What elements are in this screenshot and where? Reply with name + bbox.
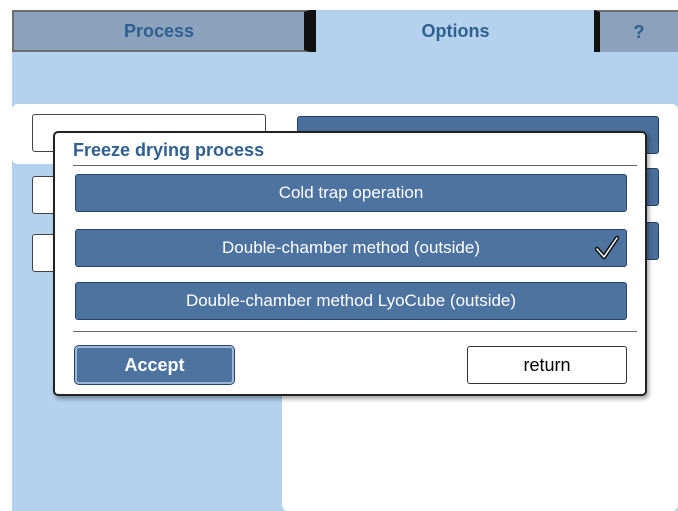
- option-double-chamber-outside[interactable]: Double-chamber method (outside): [75, 229, 627, 267]
- option-label: Double-chamber method LyoCube (outside): [185, 291, 517, 310]
- option-double-chamber-lyocube-outside[interactable]: Double-chamber method LyoCube (outside): [75, 282, 627, 320]
- tab-options[interactable]: Options: [310, 10, 595, 52]
- checkmark-icon: [594, 235, 620, 260]
- option-cold-trap-operation[interactable]: Cold trap operation: [75, 174, 627, 212]
- tab-help[interactable]: ?: [594, 10, 678, 52]
- options-divider: [73, 331, 637, 332]
- tab-process-label: Process: [123, 20, 195, 41]
- option-label: Double-chamber method (outside): [222, 238, 480, 257]
- tab-process[interactable]: Process: [12, 10, 310, 52]
- return-label: return: [523, 354, 571, 375]
- option-label: Cold trap operation: [278, 183, 424, 202]
- tab-options-label: Options: [421, 20, 490, 41]
- dialog-title: Freeze drying process: [73, 140, 265, 160]
- return-button[interactable]: return: [467, 346, 627, 384]
- tab-help-label: ?: [633, 21, 645, 42]
- freeze-drying-process-dialog: Freeze drying process Cold trap operatio…: [53, 131, 647, 396]
- title-divider: [73, 165, 637, 166]
- accept-button[interactable]: Accept: [74, 345, 235, 385]
- screen: Process Options ? Freeze drying process …: [12, 10, 678, 511]
- accept-label: Accept: [124, 354, 185, 375]
